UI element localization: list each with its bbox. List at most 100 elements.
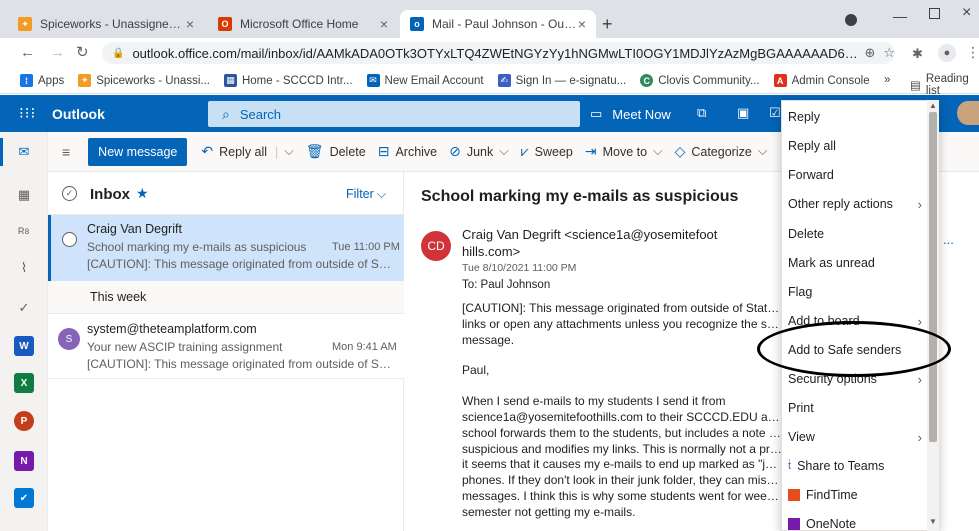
- excel-app-icon[interactable]: X: [14, 373, 34, 393]
- reading-list-button[interactable]: ▤ Reading list: [910, 73, 979, 97]
- user-avatar[interactable]: [957, 101, 979, 125]
- bookmark-star-icon[interactable]: ☆: [883, 45, 895, 61]
- sender-line[interactable]: Craig Van Degrift <science1a@yosemitefoo…: [462, 227, 782, 242]
- sweep-label: Sweep: [534, 144, 573, 159]
- forward-icon[interactable]: →: [50, 44, 65, 61]
- body-line: [462, 348, 782, 363]
- move-to-button[interactable]: ⇥ Move to ⌵: [585, 143, 663, 160]
- hamburger-icon[interactable]: ≡: [62, 144, 70, 160]
- close-window-icon[interactable]: ×: [962, 4, 971, 22]
- menu-item-label: Delete: [788, 227, 825, 241]
- body-line: messages. I think this is why some stude…: [462, 488, 782, 503]
- attachment-icon[interactable]: ⌇: [14, 258, 34, 278]
- app-name[interactable]: Outlook: [52, 106, 105, 122]
- scroll-down-icon[interactable]: ▼: [929, 517, 937, 526]
- body-line: science1a@yosemitefoothills.com to their…: [462, 409, 782, 424]
- bookmark-label: Clovis Community...: [658, 74, 760, 87]
- meet-now-button[interactable]: ▭ Meet Now: [590, 106, 671, 122]
- junk-button[interactable]: ⊘ Junk ⌵: [449, 143, 509, 160]
- install-app-icon[interactable]: ⊕: [864, 45, 875, 61]
- new-tab-button[interactable]: +: [602, 14, 613, 35]
- signature-icon: ✍: [497, 74, 511, 87]
- menu-item-print[interactable]: Print: [782, 394, 930, 422]
- teams-chat-icon[interactable]: ⧉: [697, 105, 706, 121]
- bookmark-spiceworks[interactable]: ✦ Spiceworks - Unassi...: [78, 74, 210, 87]
- menu-item-mark-as-unread[interactable]: Mark as unread: [782, 249, 930, 277]
- search-input[interactable]: ⌕ Search: [208, 101, 580, 127]
- menu-item-forward[interactable]: Forward: [782, 161, 930, 189]
- menu-item-reply[interactable]: Reply: [782, 103, 930, 131]
- list-item[interactable]: S system@theteamplatform.com Your new AS…: [48, 314, 404, 378]
- archive-label: Archive: [395, 144, 438, 159]
- minimize-icon[interactable]: —: [893, 8, 907, 24]
- menu-item-flag[interactable]: Flag: [782, 278, 930, 306]
- new-message-button[interactable]: New message: [88, 137, 188, 166]
- word-icon[interactable]: ▣: [737, 105, 749, 121]
- sender-name: Craig Van Degrift: [87, 222, 182, 236]
- body-line: semester not getting my e-mails.: [462, 504, 636, 519]
- word-app-icon[interactable]: W: [14, 336, 34, 356]
- close-tab-icon[interactable]: ×: [380, 16, 388, 32]
- tab-spiceworks[interactable]: ✦ Spiceworks - Unassigned Tickets ×: [8, 10, 204, 38]
- bookmark-esignature[interactable]: ✍ Sign In — e-signatu...: [497, 74, 627, 87]
- sweep-button[interactable]: ⩗ Sweep: [521, 143, 573, 160]
- back-icon[interactable]: ←: [20, 44, 35, 61]
- sender-name: system@theteamplatform.com: [87, 322, 257, 336]
- tab-outlook-mail[interactable]: o Mail - Paul Johnson - Outlook ×: [400, 10, 596, 38]
- filter-button[interactable]: Filter ⌵: [346, 187, 386, 202]
- bookmark-apps[interactable]: ⁞ Apps: [20, 74, 64, 87]
- categorize-button[interactable]: ◇ Categorize ⌵: [675, 143, 768, 160]
- menu-scrollbar-thumb[interactable]: [929, 112, 937, 442]
- chevron-down-icon[interactable]: ⌵: [284, 144, 293, 159]
- scroll-up-icon[interactable]: ▲: [929, 101, 937, 110]
- people-icon[interactable]: ᴿ⁸: [14, 222, 34, 242]
- tab-office-home[interactable]: O Microsoft Office Home ×: [208, 10, 398, 38]
- spiceworks-icon: ✦: [18, 17, 32, 31]
- address-bar[interactable]: 🔒 outlook.office.com/mail/inbox/id/AAMkA…: [102, 42, 895, 64]
- select-all-checkbox[interactable]: ✓: [62, 186, 77, 201]
- rail-active-indicator: [0, 138, 3, 166]
- menu-item-onenote[interactable]: OneNote: [782, 510, 930, 531]
- item-checkbox[interactable]: [62, 232, 77, 247]
- maximize-icon[interactable]: [929, 8, 940, 19]
- apps-grid-icon: ⁞: [20, 74, 33, 87]
- close-tab-icon[interactable]: ×: [186, 16, 194, 32]
- email-subject: School marking my e-mails as suspicious: [421, 188, 739, 205]
- archive-button[interactable]: ⊟ Archive: [378, 143, 437, 160]
- reply-all-button[interactable]: ↶ Reply all | ⌵: [201, 143, 293, 160]
- bookmarks-overflow[interactable]: »: [884, 74, 890, 86]
- outlook-icon: o: [410, 17, 424, 31]
- reload-icon[interactable]: ↻: [76, 43, 89, 61]
- junk-icon: ⊘: [449, 143, 461, 159]
- extensions-icon[interactable]: ✱: [912, 46, 923, 62]
- more-actions-button[interactable]: ...: [943, 232, 954, 247]
- menu-item-other-reply-actions[interactable]: Other reply actions ›: [782, 190, 930, 218]
- menu-item-delete[interactable]: Delete: [782, 220, 930, 248]
- close-tab-icon[interactable]: ×: [578, 16, 586, 32]
- browser-menu-icon[interactable]: ⋮: [966, 44, 979, 61]
- menu-item-reply-all[interactable]: Reply all: [782, 132, 930, 160]
- list-item[interactable]: Craig Van Degrift School marking my e-ma…: [48, 215, 404, 281]
- favorite-star-icon[interactable]: ★: [136, 185, 149, 202]
- todo-icon[interactable]: ☑: [769, 105, 781, 121]
- bookmark-sccd-intranet[interactable]: ▦ Home - SCCCD Intr...: [223, 74, 353, 87]
- menu-item-findtime[interactable]: FindTime: [782, 481, 930, 509]
- delete-button[interactable]: 🗑 Delete: [306, 143, 366, 160]
- tasks-icon[interactable]: ✓: [14, 298, 34, 318]
- profile-indicator-icon[interactable]: [845, 14, 857, 26]
- todo-app-icon[interactable]: ✔: [14, 488, 34, 508]
- mail-icon[interactable]: ✉: [14, 142, 34, 162]
- profile-icon[interactable]: ●: [938, 44, 956, 62]
- calendar-icon[interactable]: ▦: [14, 185, 34, 205]
- onenote-app-icon[interactable]: N: [14, 451, 34, 471]
- powerpoint-app-icon[interactable]: P: [14, 411, 34, 431]
- bookmark-new-email[interactable]: ✉ New Email Account: [366, 74, 484, 87]
- menu-item-view[interactable]: View ›: [782, 423, 930, 451]
- sharepoint-icon: ▦: [223, 74, 237, 87]
- app-launcher-icon[interactable]: ⁝⁝⁝: [19, 104, 36, 122]
- bookmark-admin-console[interactable]: A Admin Console: [773, 74, 870, 87]
- bookmark-label: Sign In — e-signatu...: [515, 74, 627, 87]
- body-line: suspicious and modifies my links. This i…: [462, 441, 782, 456]
- bookmark-clovis[interactable]: C Clovis Community...: [640, 74, 760, 87]
- menu-item-share-to-teams[interactable]: ṫ Share to Teams: [782, 452, 930, 480]
